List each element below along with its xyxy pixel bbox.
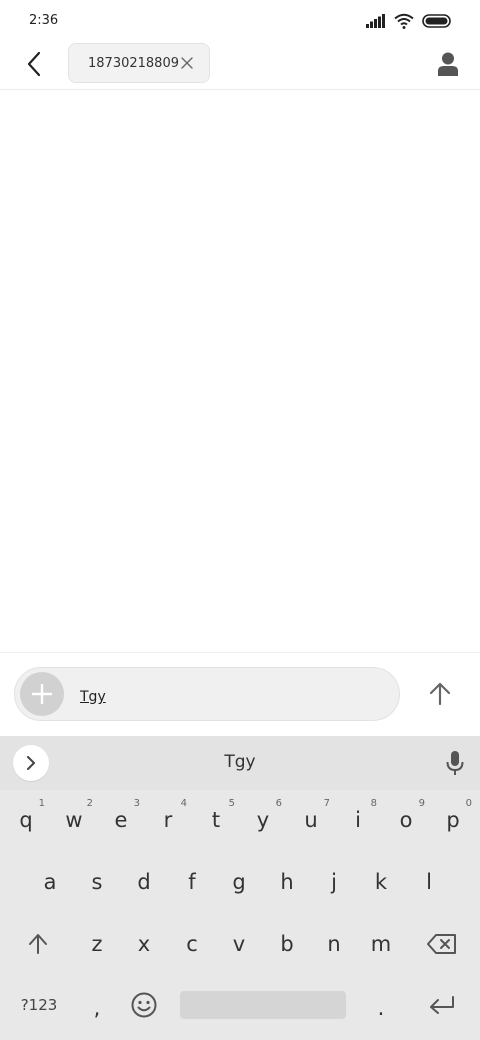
message-list[interactable]	[0, 91, 480, 653]
message-input-text: Tgy	[80, 689, 106, 705]
key-z[interactable]: z	[75, 920, 119, 968]
key-l[interactable]: l	[407, 858, 451, 906]
wifi-icon	[394, 13, 414, 29]
shift-key[interactable]	[16, 920, 60, 968]
microphone-icon	[446, 751, 464, 775]
key-h[interactable]: h	[265, 858, 309, 906]
word-suggestion[interactable]: Tgy	[190, 752, 290, 772]
key-hint: 2	[86, 798, 93, 809]
suggestion-strip: Tgy	[0, 736, 480, 790]
key-hint: 0	[465, 798, 472, 809]
enter-icon	[430, 996, 454, 1014]
voice-input-button[interactable]	[440, 748, 470, 778]
status-icons	[366, 12, 452, 30]
space-bar[interactable]	[180, 991, 346, 1019]
send-arrow-icon	[429, 682, 451, 706]
person-icon	[438, 52, 458, 76]
enter-key[interactable]	[420, 981, 464, 1029]
remove-recipient-button[interactable]	[179, 55, 195, 71]
key-hint: 8	[370, 798, 377, 809]
chevron-right-icon	[27, 756, 35, 770]
plus-icon	[32, 684, 52, 704]
backspace-key[interactable]	[420, 920, 464, 968]
key-s[interactable]: s	[75, 858, 119, 906]
key-i[interactable]: i8	[336, 796, 380, 844]
key-g[interactable]: g	[217, 858, 261, 906]
key-n[interactable]: n	[312, 920, 356, 968]
keyboard-menu-button[interactable]	[13, 745, 49, 781]
key-w[interactable]: w2	[52, 796, 96, 844]
key-x[interactable]: x	[122, 920, 166, 968]
key-f[interactable]: f	[170, 858, 214, 906]
back-arrow-icon	[27, 51, 41, 77]
key-hint: 7	[323, 798, 330, 809]
key-t[interactable]: t5	[194, 796, 238, 844]
emoji-icon	[131, 992, 157, 1018]
key-hint: 4	[180, 798, 187, 809]
key-o[interactable]: o9	[384, 796, 428, 844]
key-y[interactable]: y6	[241, 796, 285, 844]
backspace-icon	[427, 934, 456, 954]
key-a[interactable]: a	[28, 858, 72, 906]
key-m[interactable]: m	[359, 920, 403, 968]
key-e[interactable]: e3	[99, 796, 143, 844]
compose-bar: Tgy	[0, 654, 480, 736]
key-hint: 5	[228, 798, 235, 809]
recipient-chip[interactable]: 18730218809	[68, 43, 210, 83]
key-hint: 3	[133, 798, 140, 809]
signal-icon	[366, 14, 385, 28]
back-button[interactable]	[18, 48, 50, 80]
emoji-key[interactable]	[122, 981, 166, 1029]
key-hint: 9	[418, 798, 425, 809]
comma-key[interactable]: ,	[75, 984, 119, 1032]
shift-arrow-icon	[29, 934, 47, 954]
key-c[interactable]: c	[170, 920, 214, 968]
battery-icon	[422, 14, 451, 28]
close-icon	[181, 57, 193, 69]
recipient-number: 18730218809	[88, 55, 179, 71]
send-button[interactable]	[420, 674, 460, 714]
key-b[interactable]: b	[265, 920, 309, 968]
key-d[interactable]: d	[122, 858, 166, 906]
key-p[interactable]: p0	[431, 796, 475, 844]
key-j[interactable]: j	[312, 858, 356, 906]
key-hint: 1	[38, 798, 45, 809]
conversation-header: 18730218809	[0, 40, 480, 90]
status-bar: 2:36	[0, 0, 480, 40]
key-hint: 6	[275, 798, 282, 809]
key-v[interactable]: v	[217, 920, 261, 968]
key-u[interactable]: u7	[289, 796, 333, 844]
add-contact-button[interactable]	[430, 48, 466, 80]
message-input[interactable]: Tgy	[14, 667, 400, 721]
keyboard: Tgy q1 w2 e3 r4 t5 y6 u7 i8 o9 p0 a s d …	[0, 736, 480, 1040]
key-k[interactable]: k	[359, 858, 403, 906]
key-r[interactable]: r4	[146, 796, 190, 844]
period-key[interactable]: .	[359, 984, 403, 1032]
status-time: 2:36	[29, 13, 59, 28]
attach-button[interactable]	[20, 672, 64, 716]
key-q[interactable]: q1	[4, 796, 48, 844]
symbols-key[interactable]: ?123	[14, 981, 64, 1029]
